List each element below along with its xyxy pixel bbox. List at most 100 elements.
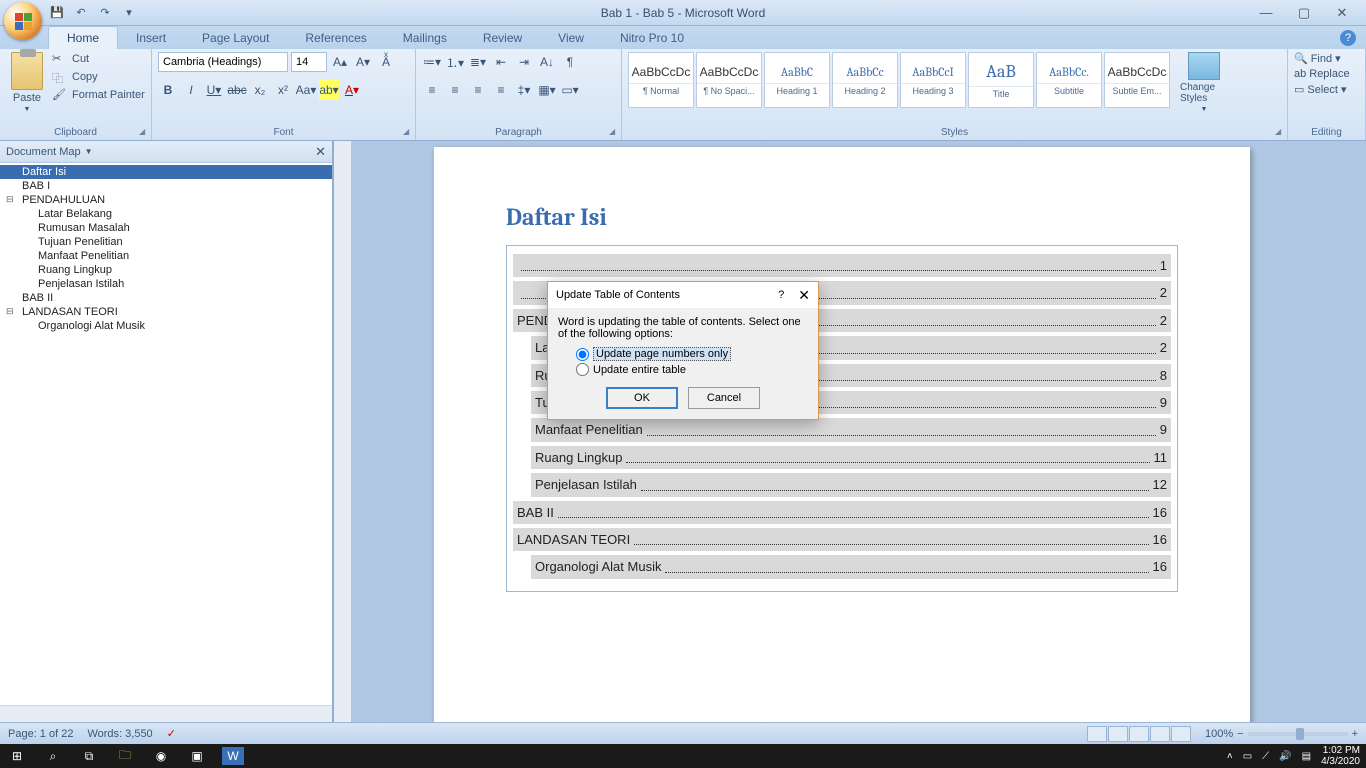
file-explorer-icon[interactable]: 🗀	[114, 747, 136, 765]
select-button[interactable]: ▭Select ▾	[1294, 83, 1359, 96]
qat-dropdown-icon[interactable]: ▾	[120, 4, 138, 22]
align-left-button[interactable]: ≡	[422, 80, 442, 100]
radio-entire-table[interactable]	[576, 363, 589, 376]
ok-button[interactable]: OK	[606, 387, 678, 409]
office-button[interactable]	[4, 2, 42, 40]
justify-button[interactable]: ≡	[491, 80, 511, 100]
clear-formatting-button[interactable]: Aͯ	[376, 52, 396, 72]
dialog-titlebar[interactable]: Update Table of Contents ? ✕	[548, 282, 818, 308]
tab-review[interactable]: Review	[465, 27, 540, 49]
option-page-numbers-only[interactable]: Update page numbers only	[576, 346, 808, 362]
word-taskbar-icon[interactable]: W	[222, 747, 244, 765]
docmap-item[interactable]: Manfaat Penelitian	[0, 249, 332, 263]
italic-button[interactable]: I	[181, 80, 201, 100]
tab-home[interactable]: Home	[48, 26, 118, 49]
docmap-item[interactable]: Organologi Alat Musik	[0, 319, 332, 333]
tab-view[interactable]: View	[540, 27, 602, 49]
tray-chevron-icon[interactable]: ˄	[1227, 751, 1233, 762]
toc-row[interactable]: Manfaat Penelitian9	[531, 418, 1171, 441]
tray-volume-icon[interactable]: 🔊	[1279, 751, 1291, 762]
line-spacing-button[interactable]: ‡▾	[514, 80, 534, 100]
document-page[interactable]: Daftar Isi 12PENDAHULUAN2Latar Belakang2…	[434, 147, 1250, 722]
numbering-button[interactable]: ⒈▾	[445, 52, 465, 72]
align-right-button[interactable]: ≡	[468, 80, 488, 100]
shading-button[interactable]: ▦▾	[537, 80, 557, 100]
help-icon[interactable]: ?	[1340, 30, 1356, 46]
maximize-button[interactable]: ▢	[1294, 5, 1314, 21]
toc-row[interactable]: LANDASAN TEORI16	[513, 528, 1171, 551]
tab-mailings[interactable]: Mailings	[385, 27, 465, 49]
borders-button[interactable]: ▭▾	[560, 80, 580, 100]
style-title[interactable]: AaBTitle	[968, 52, 1034, 108]
style-heading-3[interactable]: AaBbCcIHeading 3	[900, 52, 966, 108]
toc-row[interactable]: 1	[513, 254, 1171, 277]
close-button[interactable]: ✕	[1332, 5, 1352, 21]
view-print-layout[interactable]	[1087, 726, 1107, 742]
replace-button[interactable]: abReplace	[1294, 68, 1359, 80]
status-words[interactable]: Words: 3,550	[87, 728, 152, 740]
toc-row[interactable]: Penjelasan Istilah12	[531, 473, 1171, 496]
style--normal[interactable]: AaBbCcDc¶ Normal	[628, 52, 694, 108]
font-launcher[interactable]: ◢	[403, 127, 413, 137]
underline-button[interactable]: U▾	[204, 80, 224, 100]
docmap-close-button[interactable]: ✕	[315, 144, 326, 160]
docmap-item[interactable]: BAB II	[0, 291, 332, 305]
style-subtitle[interactable]: AaBbCc.Subtitle	[1036, 52, 1102, 108]
redo-icon[interactable]: ↷	[96, 4, 114, 22]
decrease-indent-button[interactable]: ⇤	[491, 52, 511, 72]
search-icon[interactable]: ⌕	[42, 747, 64, 765]
show-marks-button[interactable]: ¶	[560, 52, 580, 72]
toc-row[interactable]: Ruang Lingkup11	[531, 446, 1171, 469]
paste-button[interactable]: Paste▼	[6, 52, 48, 125]
cut-button[interactable]: ✂Cut	[52, 52, 145, 66]
style-heading-2[interactable]: AaBbCcHeading 2	[832, 52, 898, 108]
view-outline[interactable]	[1150, 726, 1170, 742]
style-heading-1[interactable]: AaBbCHeading 1	[764, 52, 830, 108]
undo-icon[interactable]: ↶	[72, 4, 90, 22]
clipboard-launcher[interactable]: ◢	[139, 127, 149, 137]
paragraph-launcher[interactable]: ◢	[609, 127, 619, 137]
task-view-icon[interactable]: ⧉	[78, 747, 100, 765]
zoom-in-button[interactable]: +	[1352, 728, 1358, 740]
bold-button[interactable]: B	[158, 80, 178, 100]
format-painter-button[interactable]: 🖌Format Painter	[52, 88, 145, 102]
document-map-body[interactable]: Daftar IsiBAB IPENDAHULUANLatar Belakang…	[0, 163, 332, 705]
grow-font-button[interactable]: A▴	[330, 52, 350, 72]
find-button[interactable]: 🔍Find ▾	[1294, 52, 1359, 65]
shrink-font-button[interactable]: A▾	[353, 52, 373, 72]
superscript-button[interactable]: x²	[273, 80, 293, 100]
zoom-level[interactable]: 100%	[1205, 728, 1233, 740]
increase-indent-button[interactable]: ⇥	[514, 52, 534, 72]
docmap-item[interactable]: Tujuan Penelitian	[0, 235, 332, 249]
zoom-slider[interactable]	[1248, 732, 1348, 736]
cancel-button[interactable]: Cancel	[688, 387, 760, 409]
view-draft[interactable]	[1171, 726, 1191, 742]
copy-button[interactable]: ⿻Copy	[52, 70, 145, 84]
tray-notifications-icon[interactable]: ▤	[1302, 751, 1311, 762]
vertical-ruler[interactable]	[334, 141, 352, 722]
font-name-select[interactable]	[158, 52, 288, 72]
align-center-button[interactable]: ≡	[445, 80, 465, 100]
docmap-item[interactable]: Penjelasan Istilah	[0, 277, 332, 291]
chrome-icon[interactable]: ◉	[150, 747, 172, 765]
status-page[interactable]: Page: 1 of 22	[8, 728, 73, 740]
docmap-h-scrollbar[interactable]	[0, 705, 332, 722]
highlight-button[interactable]: ab▾	[319, 80, 339, 100]
bullets-button[interactable]: ≔▾	[422, 52, 442, 72]
proofing-icon[interactable]: ✓	[167, 727, 176, 740]
font-color-button[interactable]: A▾	[342, 80, 362, 100]
subscript-button[interactable]: x₂	[250, 80, 270, 100]
tray-network-icon[interactable]: ▭	[1243, 751, 1252, 762]
docmap-dropdown-icon[interactable]: ▼	[85, 147, 93, 156]
toc-row[interactable]: BAB II16	[513, 501, 1171, 524]
save-icon[interactable]: 💾	[48, 4, 66, 22]
tab-references[interactable]: References	[287, 27, 384, 49]
tray-wifi-icon[interactable]: ⟋	[1262, 751, 1269, 762]
docmap-item[interactable]: Rumusan Masalah	[0, 221, 332, 235]
view-web-layout[interactable]	[1129, 726, 1149, 742]
docmap-item[interactable]: PENDAHULUAN	[0, 193, 332, 207]
radio-page-numbers[interactable]	[576, 348, 589, 361]
tab-page-layout[interactable]: Page Layout	[184, 27, 287, 49]
sort-button[interactable]: A↓	[537, 52, 557, 72]
dialog-help-button[interactable]: ?	[778, 289, 784, 301]
